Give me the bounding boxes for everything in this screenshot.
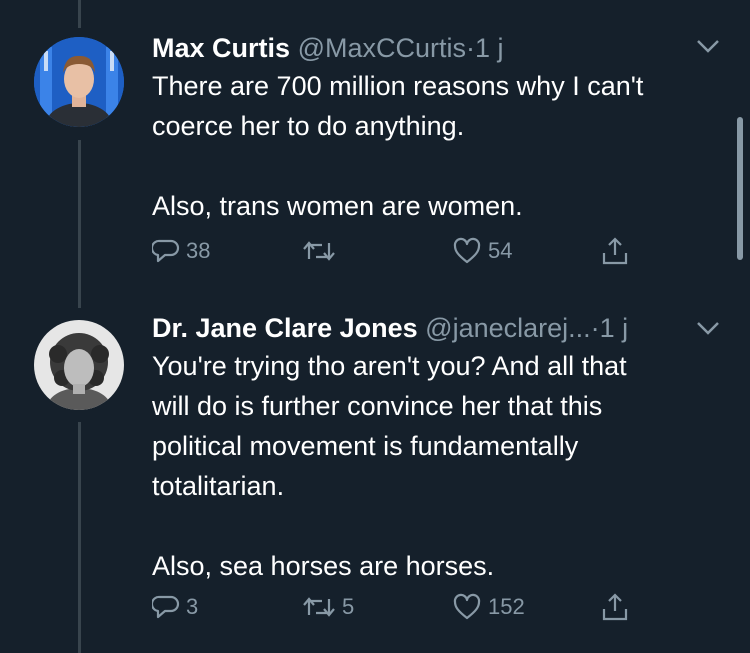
tweet-line: Also, sea horses are horses. <box>152 551 495 581</box>
separator-dot: · <box>590 313 600 343</box>
thread-line-top <box>78 0 81 28</box>
timestamp[interactable]: 1 j <box>600 313 629 343</box>
display-name[interactable]: Max Curtis <box>152 33 290 63</box>
retweet-arrows-icon <box>303 597 335 617</box>
reply-button[interactable]: 38 <box>152 237 210 265</box>
thread-line-bottom <box>78 422 81 653</box>
avatar-photo <box>34 37 124 127</box>
speech-bubble-icon <box>152 595 180 619</box>
tweet-line: political movement is fundamentally <box>152 431 579 461</box>
display-name[interactable]: Dr. Jane Clare Jones <box>152 313 418 343</box>
separator-dot: · <box>465 33 475 63</box>
handle[interactable]: @janeclarej... <box>425 313 590 343</box>
tweet-line: totalitarian. <box>152 471 285 501</box>
chevron-down-icon[interactable] <box>695 320 721 336</box>
avatar-photo <box>34 320 124 410</box>
like-button[interactable]: 54 <box>452 237 512 265</box>
retweet-button[interactable] <box>302 237 342 265</box>
retweet-button[interactable]: 5 <box>302 593 354 621</box>
like-button[interactable]: 152 <box>452 593 525 621</box>
thread-line-middle <box>78 140 81 308</box>
reply-count: 38 <box>186 238 211 263</box>
like-count: 54 <box>488 238 513 263</box>
reply-button[interactable]: 3 <box>152 593 198 621</box>
tweet-line: coerce her to do anything. <box>152 111 465 141</box>
share-upload-icon <box>602 237 628 265</box>
scrollbar-thumb[interactable] <box>737 117 743 260</box>
share-upload-icon <box>602 593 628 621</box>
tweet-line: will do is further convince her that thi… <box>152 391 603 421</box>
tweet-line: Also, trans women are women. <box>152 191 523 221</box>
speech-bubble-icon <box>152 239 180 263</box>
chevron-down-icon[interactable] <box>695 38 721 54</box>
retweet-count: 5 <box>342 594 355 619</box>
avatar[interactable] <box>34 320 124 410</box>
retweet-arrows-icon <box>303 241 335 261</box>
tweet-text: There are 700 million reasons why I can'… <box>152 66 722 226</box>
tweet-line: There are 700 million reasons why I can'… <box>152 71 644 101</box>
tweet-header: Max Curtis @MaxCCurtis·1 j <box>152 33 504 64</box>
heart-icon <box>453 593 481 620</box>
heart-icon <box>453 237 481 264</box>
avatar[interactable] <box>34 37 124 127</box>
share-button[interactable] <box>599 591 631 623</box>
timestamp[interactable]: 1 j <box>475 33 504 63</box>
like-count: 152 <box>488 594 525 619</box>
tweet-text: You're trying tho aren't you? And all th… <box>152 346 722 586</box>
share-button[interactable] <box>599 235 631 267</box>
tweet-header: Dr. Jane Clare Jones @janeclarej...·1 j <box>152 313 628 344</box>
handle[interactable]: @MaxCCurtis <box>298 33 466 63</box>
reply-count: 3 <box>186 594 199 619</box>
tweet-line: You're trying tho aren't you? And all th… <box>152 351 627 381</box>
